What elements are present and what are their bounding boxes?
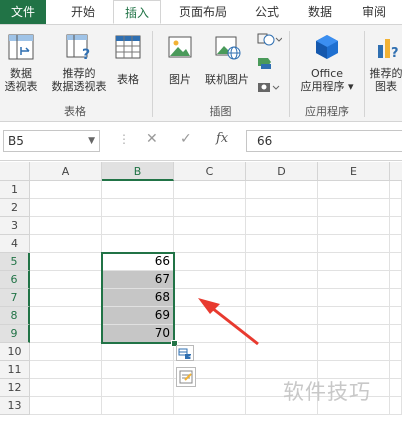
tab-formulas[interactable]: 公式 <box>246 0 288 24</box>
cell-b6[interactable]: 67 <box>102 271 174 289</box>
column-header-partial[interactable] <box>390 162 402 181</box>
recommended-chart-icon: ? <box>378 39 399 61</box>
gridline-horizontal <box>30 216 402 217</box>
formula-input[interactable]: 66 <box>246 130 402 152</box>
row-header-5[interactable]: 5 <box>0 253 30 271</box>
gridline-horizontal <box>30 234 402 235</box>
smartart-button[interactable] <box>256 55 282 71</box>
picture-icon <box>168 36 192 58</box>
ribbon-tab-bar: 文件 开始 插入 页面布局 公式 数据 审阅 <box>0 0 402 25</box>
office-store-icon <box>316 35 338 59</box>
row-header-11[interactable]: 11 <box>0 361 30 379</box>
svg-text:?: ? <box>391 46 399 61</box>
group-label-tables: 表格 <box>64 105 86 118</box>
column-header-e[interactable]: E <box>318 162 390 181</box>
row-header-9[interactable]: 9 <box>0 325 30 343</box>
picture-label: 图片 <box>169 73 191 86</box>
row-header-12[interactable]: 12 <box>0 379 30 397</box>
table-label: 表格 <box>117 73 139 86</box>
row-header-3[interactable]: 3 <box>0 217 30 235</box>
row-header-8[interactable]: 8 <box>0 307 30 325</box>
chevron-down-icon[interactable]: ▼ <box>88 131 95 151</box>
cell-b5[interactable]: 66 <box>102 253 174 271</box>
online-picture-icon <box>215 36 241 60</box>
formula-bar: B5 ▼ ⋮ ✕ ✓ fx 66 <box>0 122 402 161</box>
tab-review[interactable]: 审阅 <box>352 0 396 24</box>
cancel-icon[interactable]: ✕ <box>146 131 158 147</box>
office-apps-label-2: 应用程序 ▾ <box>300 80 354 93</box>
row-header-2[interactable]: 2 <box>0 199 30 217</box>
screenshot-button[interactable] <box>256 79 282 95</box>
row-header-10[interactable]: 10 <box>0 343 30 361</box>
office-apps-label-1: Office <box>310 67 344 80</box>
column-header-d[interactable]: D <box>246 162 318 181</box>
smartart-icon <box>258 58 271 69</box>
group-label-illustrations: 插图 <box>209 105 232 118</box>
name-box-value: B5 <box>8 134 24 148</box>
tab-home[interactable]: 开始 <box>58 0 108 24</box>
row-header-13[interactable]: 13 <box>0 397 30 415</box>
column-header-c[interactable]: C <box>174 162 246 181</box>
recommended-pivot-label-1: 推荐的 <box>62 67 96 80</box>
gridline-horizontal <box>30 270 402 271</box>
table-icon <box>115 35 141 59</box>
gridline-horizontal <box>30 360 402 361</box>
cell-b7[interactable]: 68 <box>102 289 174 307</box>
recommended-pivot-label-2: 数据透视表 <box>51 80 107 93</box>
screenshot-icon <box>258 83 280 92</box>
tab-page-layout[interactable]: 页面布局 <box>170 0 236 24</box>
gridline-horizontal <box>30 252 402 253</box>
table-button[interactable]: 表格 <box>108 33 148 86</box>
recommended-chart-button[interactable]: ? 推荐的 图表 <box>366 33 402 93</box>
gridline-horizontal <box>30 288 402 289</box>
group-label-apps: 应用程序 <box>305 105 349 118</box>
annotation-arrow <box>198 298 259 346</box>
tab-file[interactable]: 文件 <box>0 0 46 24</box>
row-header-1[interactable]: 1 <box>0 181 30 199</box>
row-header-7[interactable]: 7 <box>0 289 30 307</box>
quick-analysis-button[interactable] <box>176 367 196 387</box>
formula-bar-grip-icon: ⋮ <box>118 132 130 146</box>
online-picture-button[interactable]: 联机图片 <box>200 33 254 86</box>
picture-button[interactable]: 图片 <box>160 33 200 86</box>
enter-icon[interactable]: ✓ <box>180 131 192 147</box>
gridline-horizontal <box>30 414 402 415</box>
select-all-corner[interactable] <box>0 162 30 181</box>
office-apps-button[interactable]: Office 应用程序 ▾ <box>294 33 360 93</box>
tab-insert[interactable]: 插入 <box>113 0 161 24</box>
column-header-b[interactable]: B <box>102 162 174 181</box>
tab-data[interactable]: 数据 <box>298 0 342 24</box>
cell-b8[interactable]: 69 <box>102 307 174 325</box>
recommended-chart-label-2: 图表 <box>375 80 397 93</box>
ribbon-insert: 数据 透视表 ? 推荐的 数据透视表 表格 表格 图片 联机图片 插图 Offi… <box>0 25 402 122</box>
pivot-table-label-2: 透视表 <box>4 80 38 93</box>
shapes-button[interactable] <box>256 31 283 47</box>
insert-function-icon[interactable]: fx <box>216 131 228 146</box>
pivot-table-button[interactable]: 数据 透视表 <box>2 33 40 93</box>
svg-text:?: ? <box>82 47 90 61</box>
quick-analysis-icon <box>179 370 193 384</box>
group-separator <box>364 31 365 117</box>
name-box[interactable]: B5 ▼ <box>3 130 100 152</box>
shapes-icon <box>257 33 283 46</box>
recommended-pivot-icon: ? <box>66 34 90 63</box>
column-header-a[interactable]: A <box>30 162 102 181</box>
cell-b9[interactable]: 70 <box>102 325 174 343</box>
recommended-pivot-button[interactable]: ? 推荐的 数据透视表 <box>50 33 108 93</box>
pivot-table-label-1: 数据 <box>10 67 32 80</box>
recommended-chart-label-1: 推荐的 <box>369 67 402 80</box>
gridline-horizontal <box>30 198 402 199</box>
svg-text:+: + <box>188 354 193 361</box>
watermark: 软件技巧 <box>283 380 371 404</box>
row-header-6[interactable]: 6 <box>0 271 30 289</box>
online-picture-label: 联机图片 <box>205 73 249 86</box>
pivot-table-icon <box>8 34 34 60</box>
row-header-4[interactable]: 4 <box>0 235 30 253</box>
